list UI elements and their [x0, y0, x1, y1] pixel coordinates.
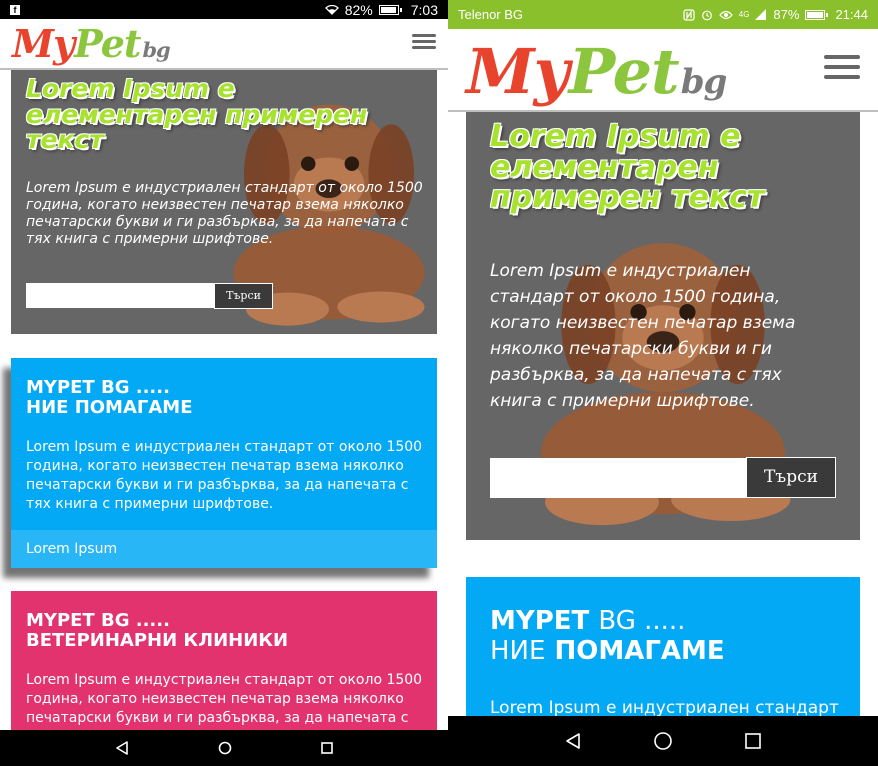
network-type: 4G: [738, 10, 750, 19]
site-header: MyPetbg: [448, 29, 878, 112]
home-icon[interactable]: [653, 731, 673, 751]
mypet-logo[interactable]: MyPetbg: [12, 21, 171, 66]
card-footer-link[interactable]: Lorem Ipsum: [11, 530, 437, 568]
card-text: Lorem Ipsum е индустриален стандарт от о…: [26, 439, 423, 512]
eye-icon: [718, 10, 733, 19]
signal-icon: [755, 9, 767, 20]
facebook-icon: f: [10, 4, 20, 15]
left-phone-screen: f 82% 7:03 MyPetbg Lorem Ipsum е елемент: [0, 0, 448, 766]
hero-title: Lorem Ipsum е елементарен примерен текст: [26, 74, 368, 154]
search-button[interactable]: Търси: [214, 283, 273, 309]
card-we-help: MYPET BG ..... НИЕ ПОМАГАМЕ Lorem Ipsum …: [11, 358, 437, 568]
back-icon[interactable]: [115, 741, 129, 755]
menu-icon[interactable]: [412, 34, 436, 49]
status-bar: f 82% 7:03: [0, 0, 448, 19]
menu-icon[interactable]: [824, 55, 860, 79]
carrier-name: Telenor BG: [458, 7, 524, 22]
mypet-logo[interactable]: MyPetbg: [466, 35, 727, 108]
recents-icon[interactable]: [321, 742, 334, 754]
back-icon[interactable]: [564, 732, 582, 750]
hero-banner: Lorem Ipsum е елементарен примерен текст…: [11, 70, 437, 334]
android-nav-bar: [448, 716, 878, 766]
battery-percent: 82%: [344, 1, 373, 18]
battery-icon: [378, 4, 402, 15]
hero-banner: Lorem Ipsum е елементарен примерен текст…: [466, 112, 860, 540]
hero-text: Lorem Ipsum е индустриален стандарт от о…: [26, 180, 423, 247]
hero-text: Lorem Ipsum е индустриален стандарт от о…: [490, 261, 796, 411]
search-button[interactable]: Търси: [746, 457, 836, 498]
card-title: MYPET BG ..... НИЕ ПОМАГАМЕ: [490, 606, 725, 666]
clock: 21:44: [835, 7, 868, 22]
hero-title: Lorem Ipsum е елементарен примерен текст: [490, 119, 765, 216]
right-phone-screen: Telenor BG 4G 87% 21:44 MyPetbg Lorem Ip…: [448, 0, 878, 766]
status-bar: Telenor BG 4G 87% 21:44: [448, 0, 878, 29]
search-input[interactable]: [26, 283, 214, 308]
search-input[interactable]: [490, 458, 746, 498]
card-title: MYPET BG ..... НИЕ ПОМАГАМЕ: [26, 377, 193, 418]
nfc-icon: [683, 8, 695, 21]
card-title: MYPET BG ..... ВЕТЕРИНАРНИ КЛИНИКИ: [26, 610, 289, 651]
android-nav-bar: [0, 730, 448, 766]
alarm-icon: [701, 10, 712, 20]
clock: 7:03: [410, 1, 438, 18]
wifi-icon: [324, 4, 339, 15]
battery-icon: [805, 9, 829, 20]
site-header: MyPetbg: [0, 19, 448, 70]
recents-icon[interactable]: [744, 732, 762, 750]
battery-percent: 87%: [773, 7, 800, 22]
home-icon[interactable]: [218, 741, 232, 755]
card-vet-clinics: MYPET BG ..... ВЕТЕРИНАРНИ КЛИНИКИ Lorem…: [11, 591, 437, 751]
